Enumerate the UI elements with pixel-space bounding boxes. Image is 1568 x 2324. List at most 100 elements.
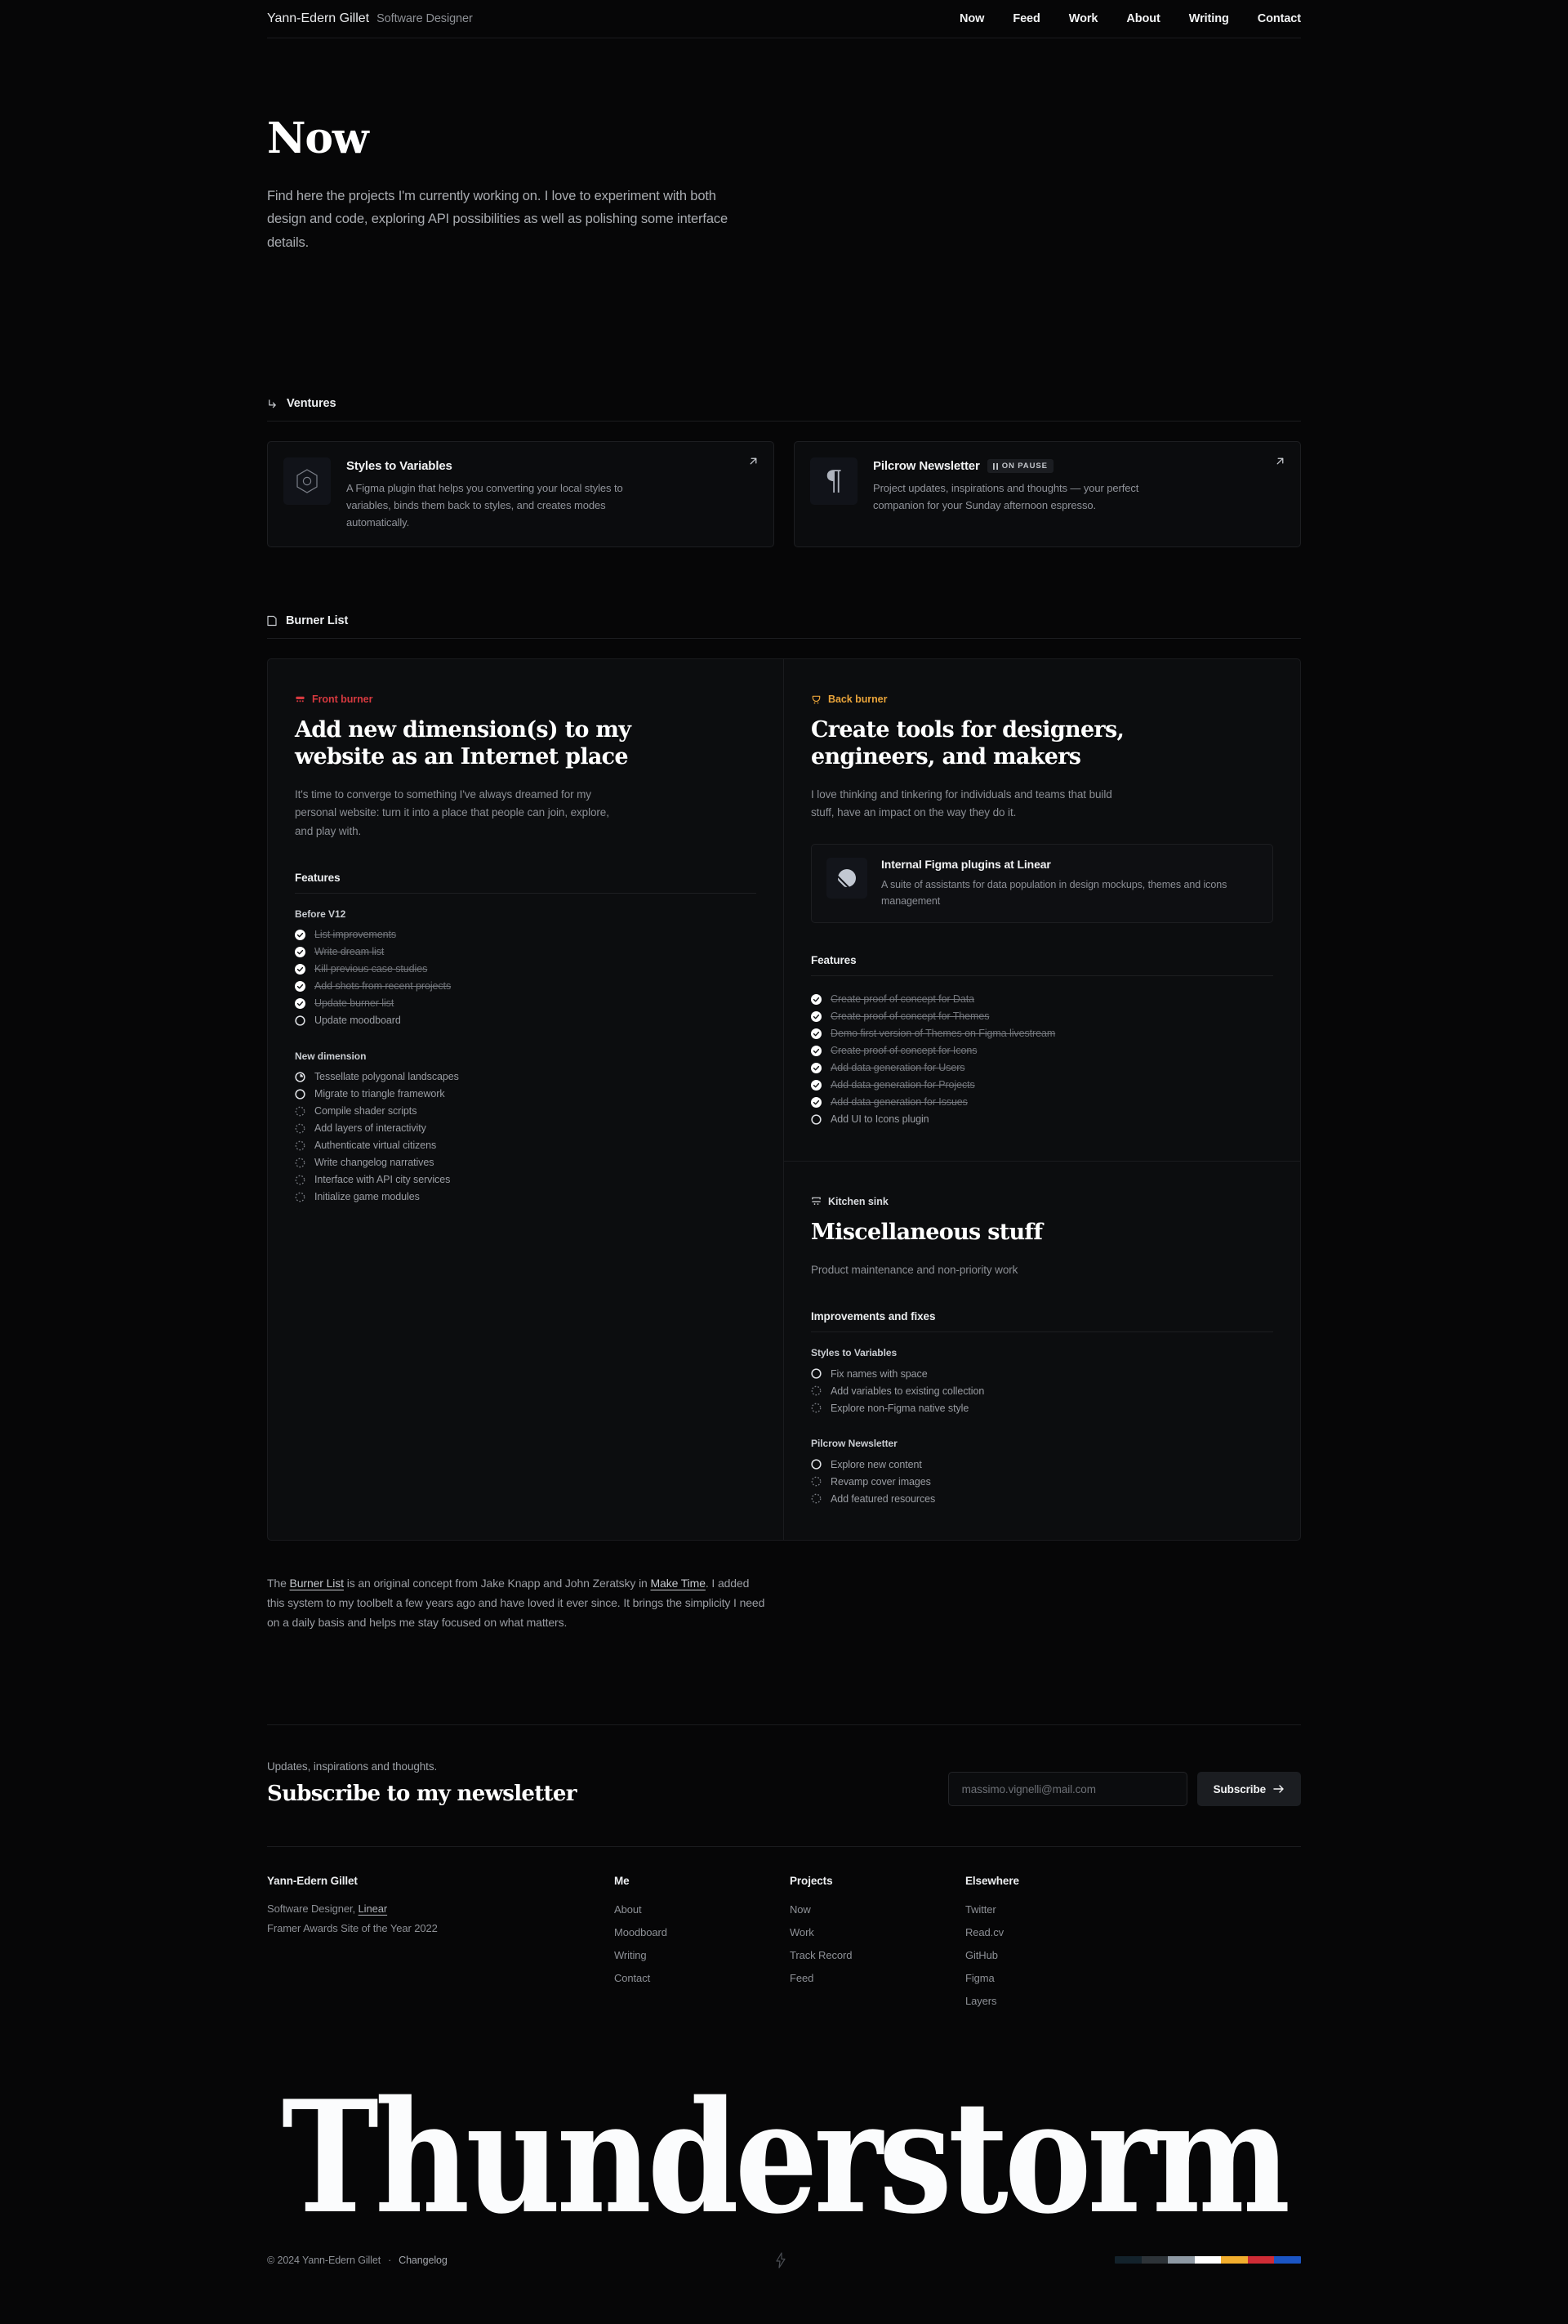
task-item[interactable]: Add shots from recent projects [295, 978, 756, 995]
task-item[interactable]: Update burner list [295, 995, 756, 1012]
task-item[interactable]: Create proof of concept for Data [811, 991, 1273, 1008]
venture-card-pilcrow-newsletter[interactable]: ¶ Pilcrow Newsletter ON PAUSE Project up… [794, 441, 1301, 548]
venture-card-styles-to-variables[interactable]: Styles to Variables A Figma plugin that … [267, 441, 774, 548]
changelog-link[interactable]: Changelog [399, 2255, 448, 2266]
footer-column-heading: Me [614, 1875, 630, 1888]
front-burner-lede: It's time to converge to something I've … [295, 788, 609, 837]
arrow-right-icon [1273, 1784, 1285, 1794]
footer-link-writing[interactable]: Writing [614, 1949, 647, 1961]
linear-project-card[interactable]: Internal Figma plugins at Linear A suite… [811, 843, 1273, 923]
sink-features-heading: Improvements and fixes [811, 1310, 1273, 1333]
task-item[interactable]: List improvements [295, 926, 756, 943]
task-item[interactable]: Create proof of concept for Icons [811, 1042, 1273, 1059]
footer-identity: Yann-Edern Gillet Software Designer, Lin… [267, 1875, 614, 2017]
task-item[interactable]: Add data generation for Projects [811, 1077, 1273, 1094]
task-item[interactable]: Add data generation for Issues [811, 1094, 1273, 1111]
task-item[interactable]: Write dream list [295, 943, 756, 961]
page-title: Now [267, 114, 369, 163]
task-item[interactable]: Interface with API city services [295, 1171, 756, 1189]
task-label: Write dream list [314, 946, 385, 958]
arrow-up-right-icon[interactable] [747, 455, 760, 471]
nav-item-writing[interactable]: Writing [1189, 12, 1229, 25]
task-item[interactable]: Write changelog narratives [295, 1154, 756, 1171]
copyright: © 2024 Yann-Edern Gillet · Changelog [267, 2255, 448, 2266]
venture-description: Project updates, inspirations and though… [873, 482, 1139, 512]
footer-link-readcv[interactable]: Read.cv [965, 1926, 1004, 1938]
newsletter-kicker: Updates, inspirations and thoughts. [267, 1760, 438, 1773]
back-burner-lede: I love thinking and tinkering for indivi… [811, 788, 1112, 819]
footer-link-contact[interactable]: Contact [614, 1972, 650, 1984]
subscribe-button[interactable]: Subscribe [1196, 1772, 1301, 1807]
task-item[interactable]: Add layers of interactivity [295, 1120, 756, 1137]
task-label: Compile shader scripts [314, 1105, 417, 1117]
nav-item-contact[interactable]: Contact [1258, 12, 1301, 25]
nav-item-feed[interactable]: Feed [1013, 12, 1040, 25]
nav-item-about[interactable]: About [1126, 12, 1160, 25]
footer-link-figma[interactable]: Figma [965, 1972, 995, 1984]
kitchen-sink-title: Miscellaneous stuff [811, 1219, 1043, 1245]
footer-role: Software Designer, Linear [267, 1902, 614, 1915]
front-burner-icon [295, 694, 305, 705]
email-field[interactable] [947, 1772, 1187, 1807]
task-item[interactable]: Compile shader scripts [295, 1103, 756, 1120]
nav-item-work[interactable]: Work [1069, 12, 1098, 25]
footer-role-link[interactable]: Linear [359, 1902, 388, 1915]
swatch-5 [1247, 2256, 1275, 2264]
subscribe-button-label: Subscribe [1213, 1782, 1266, 1795]
task-item[interactable]: Kill previous case studies [295, 961, 756, 978]
task-label: Create proof of concept for Icons [831, 1045, 978, 1057]
footer-link-about[interactable]: About [614, 1903, 642, 1916]
footer-link-moodboard[interactable]: Moodboard [614, 1926, 667, 1938]
footer-link-work[interactable]: Work [790, 1926, 814, 1938]
footer-link-layers[interactable]: Layers [965, 1995, 997, 2007]
task-item[interactable]: Create proof of concept for Themes [811, 1008, 1273, 1025]
arrow-up-right-icon[interactable] [1274, 455, 1286, 471]
footer-column-heading: Projects [790, 1875, 833, 1888]
color-swatches [1114, 2256, 1301, 2264]
task-item[interactable]: Revamp cover images [811, 1473, 1273, 1490]
task-item[interactable]: Migrate to triangle framework [295, 1086, 756, 1103]
task-item[interactable]: Add data generation for Users [811, 1059, 1273, 1077]
task-item[interactable]: Explore new content [811, 1456, 1273, 1473]
site-header: Yann-Edern Gillet Software Designer Now … [267, 0, 1301, 38]
check-filled-icon [811, 1096, 822, 1108]
task-item[interactable]: Demo first version of Themes on Figma li… [811, 1025, 1273, 1042]
footer-link-github[interactable]: GitHub [965, 1949, 998, 1961]
nav-item-now[interactable]: Now [960, 12, 984, 25]
circle-dashed-icon [295, 1192, 305, 1202]
task-item[interactable]: Tessellate polygonal landscapes [295, 1068, 756, 1086]
burner-list-note: The Burner List is an original concept f… [267, 1573, 765, 1632]
swatch-4 [1221, 2256, 1248, 2264]
task-group-title: Before V12 [295, 908, 346, 920]
check-filled-icon [811, 1062, 822, 1073]
circle-outline-icon [811, 1113, 822, 1125]
task-label: Add featured resources [831, 1492, 936, 1505]
burner-list-link[interactable]: Burner List [290, 1577, 345, 1590]
task-item[interactable]: Authenticate virtual citizens [295, 1137, 756, 1154]
footer-link-feed[interactable]: Feed [790, 1972, 813, 1984]
linear-card-title: Internal Figma plugins at Linear [881, 857, 1051, 871]
ventures-cards: Styles to Variables A Figma plugin that … [267, 441, 1301, 548]
task-item[interactable]: Update moodboard [295, 1012, 756, 1029]
check-filled-icon [295, 980, 305, 992]
circle-dashed-icon [295, 1158, 305, 1168]
footer-name: Yann-Edern Gillet [267, 1875, 358, 1888]
brand[interactable]: Yann-Edern Gillet Software Designer [267, 11, 473, 26]
task-item[interactable]: Explore non-Figma native style [811, 1399, 1273, 1416]
task-label: Explore new content [831, 1458, 922, 1470]
task-label: Authenticate virtual citizens [314, 1140, 437, 1152]
task-item[interactable]: Initialize game modules [295, 1189, 756, 1206]
task-item[interactable]: Fix names with space [811, 1365, 1273, 1382]
check-filled-icon [811, 1028, 822, 1039]
footer-link-now[interactable]: Now [790, 1903, 811, 1916]
make-time-link[interactable]: Make Time [651, 1577, 706, 1590]
task-item[interactable]: Add variables to existing collection [811, 1382, 1273, 1399]
task-group-title: Styles to Variables [811, 1347, 898, 1359]
footer-column-heading: Elsewhere [965, 1875, 1019, 1888]
task-item[interactable]: Add featured resources [811, 1490, 1273, 1507]
back-burner-icon [811, 694, 822, 705]
footer-link-track-record[interactable]: Track Record [790, 1949, 852, 1961]
kitchen-sink-icon [811, 1196, 822, 1207]
footer-link-twitter[interactable]: Twitter [965, 1903, 996, 1916]
task-item[interactable]: Add UI to Icons plugin [811, 1111, 1273, 1128]
